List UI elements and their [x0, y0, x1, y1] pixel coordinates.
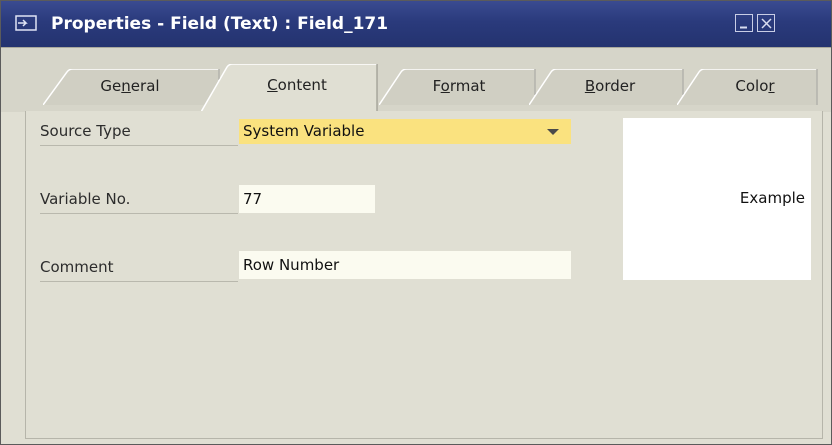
label-underline [40, 213, 238, 214]
client-area: General Format Border Color Content Sour… [1, 47, 831, 444]
title-bar[interactable]: Properties - Field (Text) : Field_171 [1, 1, 831, 47]
close-icon [761, 18, 772, 29]
properties-window: Properties - Field (Text) : Field_171 Ge… [0, 0, 832, 445]
variable-no-field[interactable]: 77 [239, 185, 375, 213]
example-preview-text: Example [739, 189, 805, 207]
tab-content[interactable]: Content [201, 64, 387, 112]
source-type-dropdown[interactable]: System Variable [239, 119, 571, 144]
example-preview-box: Example [623, 118, 811, 280]
content-panel: Source Type System Variable Variable No.… [25, 111, 823, 439]
tab-content-label: Content [267, 76, 327, 94]
close-button[interactable] [757, 14, 775, 32]
tab-general[interactable]: General [43, 69, 225, 105]
label-underline [40, 145, 238, 146]
tab-color[interactable]: Color [677, 69, 821, 105]
comment-value: Row Number [243, 256, 340, 274]
tab-border-label: Border [584, 77, 636, 95]
window-title: Properties - Field (Text) : Field_171 [51, 14, 389, 34]
variable-no-value: 77 [243, 190, 263, 208]
tab-general-label: General [100, 77, 160, 95]
minimize-icon [740, 26, 747, 29]
tab-color-label: Color [735, 77, 775, 95]
source-type-label: Source Type [40, 122, 131, 140]
source-type-value: System Variable [243, 122, 365, 140]
comment-label: Comment [40, 258, 114, 276]
tab-format-label: Format [432, 77, 486, 95]
tab-format[interactable]: Format [379, 69, 539, 105]
tab-border[interactable]: Border [529, 69, 687, 105]
comment-field[interactable]: Row Number [239, 251, 571, 279]
variable-no-label: Variable No. [40, 190, 131, 208]
chevron-down-icon[interactable] [547, 129, 559, 135]
tab-strip: General Format Border Color Content [1, 48, 831, 112]
label-underline [40, 281, 238, 282]
window-app-icon [15, 15, 37, 31]
minimize-button[interactable] [735, 14, 753, 32]
